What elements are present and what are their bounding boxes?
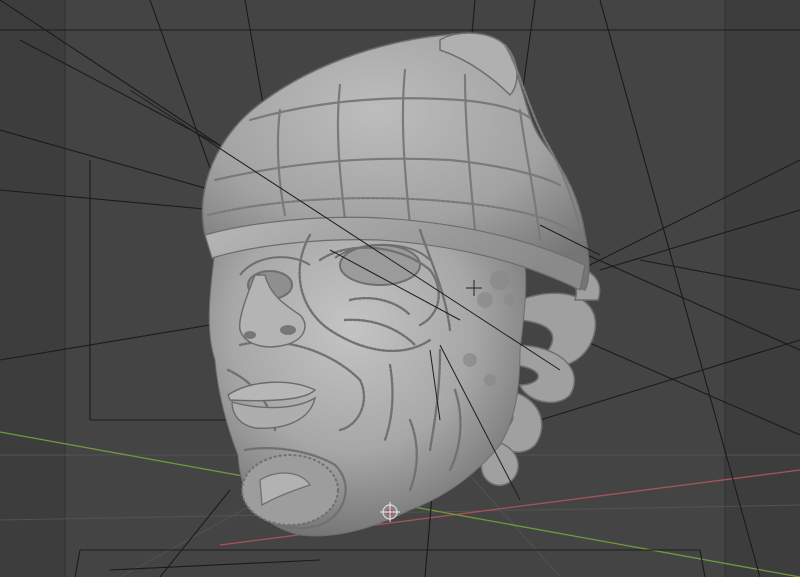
camera-frame-edge-right	[724, 0, 726, 577]
3d-viewport[interactable]	[0, 0, 800, 577]
nostril-left	[244, 331, 256, 339]
camera-frame-edge-left	[64, 0, 66, 577]
nostril-right	[280, 325, 296, 335]
viewport-canvas[interactable]	[0, 0, 800, 577]
